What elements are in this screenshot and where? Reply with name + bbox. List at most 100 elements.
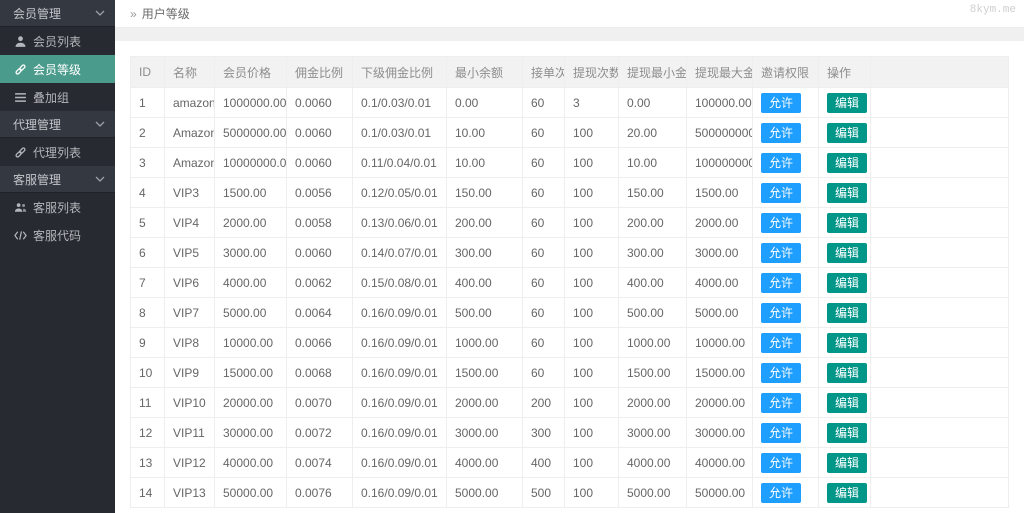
table-row: 3Amazon10000000.000.00600.11/0.04/0.0110… — [131, 148, 1009, 178]
allow-button[interactable]: 允许 — [761, 303, 801, 323]
cell-name: VIP9 — [165, 358, 215, 388]
cell-name: VIP4 — [165, 208, 215, 238]
sidebar-item-member-level[interactable]: 会员等级 — [0, 55, 115, 83]
cell-min_balance: 5000.00 — [447, 478, 523, 508]
edit-button[interactable]: 编辑 — [827, 453, 867, 473]
sidebar-item-label: 会员列表 — [33, 33, 81, 50]
sidebar-group-service-management[interactable]: 客服管理 — [0, 166, 115, 193]
allow-button[interactable]: 允许 — [761, 183, 801, 203]
cell-filler — [871, 238, 1009, 268]
breadcrumb-arrow-icon: » — [130, 7, 137, 21]
sidebar-group-member-management[interactable]: 会员管理 — [0, 0, 115, 27]
list-icon — [14, 91, 27, 104]
cell-orders: 60 — [523, 268, 565, 298]
cell-sub_commission: 0.12/0.05/0.01 — [353, 178, 447, 208]
cell-name: VIP10 — [165, 388, 215, 418]
sidebar-item-service-code[interactable]: 客服代码 — [0, 221, 115, 249]
cell-action: 编辑 — [819, 118, 871, 148]
sidebar: 会员管理 会员列表 会员等级 叠加组 代理管理 — [0, 0, 115, 513]
sidebar-item-label: 代理列表 — [33, 144, 81, 161]
breadcrumb: 用户等级 — [142, 5, 190, 22]
cell-commission: 0.0068 — [287, 358, 353, 388]
allow-button[interactable]: 允许 — [761, 93, 801, 113]
cell-action: 编辑 — [819, 298, 871, 328]
cell-filler — [871, 88, 1009, 118]
sidebar-group-agent-management[interactable]: 代理管理 — [0, 111, 115, 138]
edit-button[interactable]: 编辑 — [827, 363, 867, 383]
allow-button[interactable]: 允许 — [761, 483, 801, 503]
edit-button[interactable]: 编辑 — [827, 123, 867, 143]
cell-sub_commission: 0.14/0.07/0.01 — [353, 238, 447, 268]
edit-button[interactable]: 编辑 — [827, 243, 867, 263]
cell-orders: 60 — [523, 328, 565, 358]
edit-button[interactable]: 编辑 — [827, 423, 867, 443]
cell-name: VIP13 — [165, 478, 215, 508]
cell-min_balance: 10.00 — [447, 118, 523, 148]
cell-withdraw_min: 2000.00 — [619, 388, 687, 418]
cell-sub_commission: 0.16/0.09/0.01 — [353, 388, 447, 418]
allow-button[interactable]: 允许 — [761, 393, 801, 413]
allow-button[interactable]: 允许 — [761, 123, 801, 143]
cell-invite-permission: 允许 — [753, 208, 819, 238]
sidebar-item-agent-list[interactable]: 代理列表 — [0, 138, 115, 166]
cell-orders: 60 — [523, 88, 565, 118]
allow-button[interactable]: 允许 — [761, 363, 801, 383]
allow-button[interactable]: 允许 — [761, 273, 801, 293]
cell-invite-permission: 允许 — [753, 448, 819, 478]
allow-button[interactable]: 允许 — [761, 423, 801, 443]
sidebar-item-overlay-group[interactable]: 叠加组 — [0, 83, 115, 111]
edit-button[interactable]: 编辑 — [827, 393, 867, 413]
cell-price: 50000.00 — [215, 478, 287, 508]
edit-button[interactable]: 编辑 — [827, 303, 867, 323]
edit-button[interactable]: 编辑 — [827, 273, 867, 293]
column-header-10: 邀请权限 — [753, 57, 819, 88]
cell-action: 编辑 — [819, 88, 871, 118]
table-row: 7VIP64000.000.00620.15/0.08/0.01400.0060… — [131, 268, 1009, 298]
cell-id: 3 — [131, 148, 165, 178]
table-row: 6VIP53000.000.00600.14/0.07/0.01300.0060… — [131, 238, 1009, 268]
table-row: 9VIP810000.000.00660.16/0.09/0.011000.00… — [131, 328, 1009, 358]
user-icon — [14, 35, 27, 48]
column-header-11: 操作 — [819, 57, 871, 88]
edit-button[interactable]: 编辑 — [827, 333, 867, 353]
cell-withdraw_max: 100000.00 — [687, 88, 753, 118]
edit-button[interactable]: 编辑 — [827, 483, 867, 503]
allow-button[interactable]: 允许 — [761, 243, 801, 263]
cell-id: 2 — [131, 118, 165, 148]
cell-withdraw_max: 4000.00 — [687, 268, 753, 298]
table-row: 4VIP31500.000.00560.12/0.05/0.01150.0060… — [131, 178, 1009, 208]
sidebar-item-member-list[interactable]: 会员列表 — [0, 27, 115, 55]
allow-button[interactable]: 允许 — [761, 153, 801, 173]
cell-action: 编辑 — [819, 178, 871, 208]
breadcrumb-bar: » 用户等级 8kym.me — [115, 0, 1024, 28]
cell-id: 5 — [131, 208, 165, 238]
cell-name: VIP3 — [165, 178, 215, 208]
cell-invite-permission: 允许 — [753, 388, 819, 418]
edit-button[interactable]: 编辑 — [827, 153, 867, 173]
cell-withdraw_min: 10.00 — [619, 148, 687, 178]
allow-button[interactable]: 允许 — [761, 213, 801, 233]
cell-invite-permission: 允许 — [753, 328, 819, 358]
cell-orders: 60 — [523, 238, 565, 268]
nav-group-label: 会员管理 — [13, 5, 61, 22]
cell-id: 14 — [131, 478, 165, 508]
cell-orders: 300 — [523, 418, 565, 448]
allow-button[interactable]: 允许 — [761, 453, 801, 473]
cell-withdraw_min: 3000.00 — [619, 418, 687, 448]
cell-id: 13 — [131, 448, 165, 478]
cell-price: 4000.00 — [215, 268, 287, 298]
allow-button[interactable]: 允许 — [761, 333, 801, 353]
edit-button[interactable]: 编辑 — [827, 93, 867, 113]
user-level-table: ID名称会员价格佣金比例下级佣金比例最小余额接单次数提现次数提现最小金额提现最大… — [130, 56, 1009, 508]
cell-withdraw_min: 5000.00 — [619, 478, 687, 508]
cell-name: amazon — [165, 88, 215, 118]
sidebar-item-label: 会员等级 — [33, 61, 81, 78]
cell-min_balance: 500.00 — [447, 298, 523, 328]
cell-invite-permission: 允许 — [753, 148, 819, 178]
cell-withdraw_max: 15000.00 — [687, 358, 753, 388]
sidebar-item-service-list[interactable]: 客服列表 — [0, 193, 115, 221]
edit-button[interactable]: 编辑 — [827, 213, 867, 233]
edit-button[interactable]: 编辑 — [827, 183, 867, 203]
cell-withdraw_max: 100000000... — [687, 148, 753, 178]
column-header-8: 提现最小金额 — [619, 57, 687, 88]
